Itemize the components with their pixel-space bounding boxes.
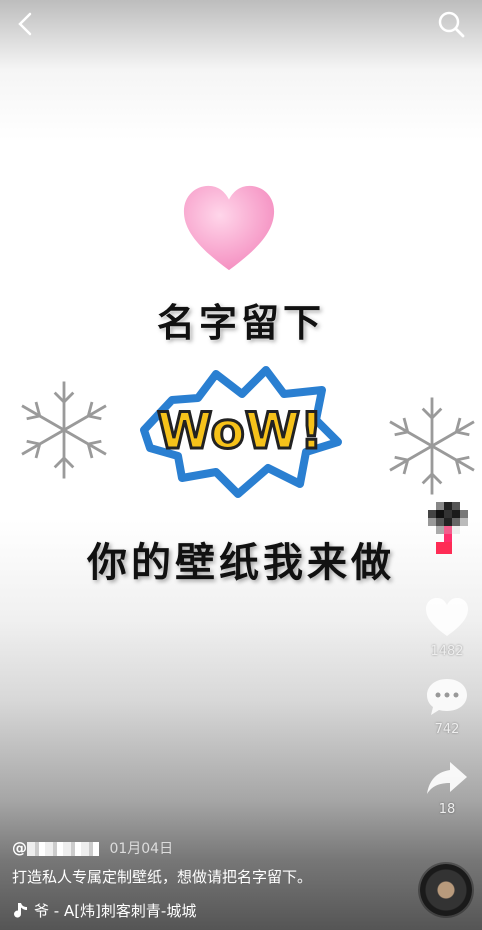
author-avatar[interactable] bbox=[428, 502, 468, 574]
comment-icon bbox=[427, 679, 467, 715]
wow-text: WoW! bbox=[157, 402, 323, 460]
redacted-username bbox=[27, 841, 99, 856]
artwork-title: 名字留下 bbox=[156, 301, 325, 345]
artwork-subtitle: 你的壁纸我来做 bbox=[87, 540, 395, 586]
chevron-left-icon bbox=[18, 12, 32, 36]
music-info[interactable]: 爷 - A[炜]刺客刺青-城城 bbox=[12, 900, 196, 921]
share-count: 18 bbox=[438, 802, 456, 817]
music-note-icon bbox=[14, 902, 27, 918]
snowflake-icon bbox=[389, 397, 475, 495]
comment-action[interactable]: 742 bbox=[417, 676, 477, 737]
comment-count: 742 bbox=[434, 722, 460, 737]
like-action[interactable]: 1482 bbox=[417, 596, 477, 659]
search-icon bbox=[438, 11, 465, 38]
share-action[interactable]: 18 bbox=[417, 758, 477, 817]
like-count: 1482 bbox=[430, 644, 464, 659]
video-screen[interactable]: 名字留下 WoW! 你的壁纸我来做 1482 742 18 @ 01月04日 打… bbox=[0, 0, 482, 930]
back-button[interactable] bbox=[10, 8, 42, 40]
search-button[interactable] bbox=[434, 7, 468, 41]
share-arrow-icon bbox=[427, 762, 467, 794]
post-meta: @ 01月04日 bbox=[12, 838, 173, 858]
post-caption: 打造私人专属定制壁纸，想做请把名字留下。 bbox=[12, 868, 313, 886]
author-handle[interactable]: @ bbox=[12, 839, 99, 857]
wow-burst-graphic: WoW! bbox=[140, 366, 342, 498]
snowflake-icon bbox=[21, 381, 107, 479]
post-date: 01月04日 bbox=[109, 841, 174, 857]
heart-icon bbox=[426, 598, 468, 636]
heart-icon bbox=[183, 185, 275, 271]
music-disc[interactable] bbox=[420, 864, 472, 916]
music-title: 爷 - A[炜]刺客刺青-城城 bbox=[34, 902, 197, 920]
